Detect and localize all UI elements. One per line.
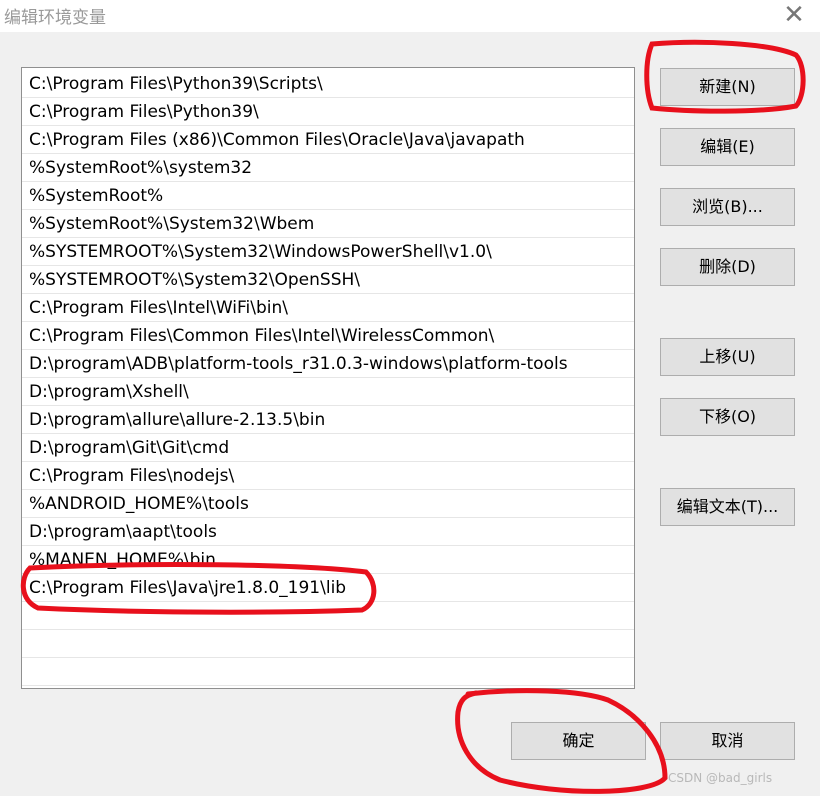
- list-item[interactable]: %SYSTEMROOT%\System32\WindowsPowerShell\…: [22, 238, 634, 266]
- cancel-button[interactable]: 取消: [660, 722, 795, 760]
- edit-text-button[interactable]: 编辑文本(T)...: [660, 488, 795, 526]
- list-item[interactable]: D:\program\Git\Git\cmd: [22, 434, 634, 462]
- list-item[interactable]: C:\Program Files (x86)\Common Files\Orac…: [22, 126, 634, 154]
- empty-list-row[interactable]: [22, 630, 634, 658]
- list-item[interactable]: C:\Program Files\nodejs\: [22, 462, 634, 490]
- list-item[interactable]: C:\Program Files\Intel\WiFi\bin\: [22, 294, 634, 322]
- list-item[interactable]: C:\Program Files\Python39\Scripts\: [22, 70, 634, 98]
- empty-list-row[interactable]: [22, 602, 634, 630]
- list-item[interactable]: %SystemRoot%\System32\Wbem: [22, 210, 634, 238]
- list-item[interactable]: D:\program\aapt\tools: [22, 518, 634, 546]
- edit-button[interactable]: 编辑(E): [660, 128, 795, 166]
- watermark: CSDN @bad_girls: [668, 771, 773, 785]
- list-item[interactable]: C:\Program Files\Java\jre1.8.0_191\lib: [22, 574, 634, 602]
- list-item[interactable]: %MANEN_HOME%\bin: [22, 546, 634, 574]
- list-item[interactable]: C:\Program Files\Python39\: [22, 98, 634, 126]
- delete-button[interactable]: 删除(D): [660, 248, 795, 286]
- list-item[interactable]: %SYSTEMROOT%\System32\OpenSSH\: [22, 266, 634, 294]
- list-item[interactable]: C:\Program Files\Common Files\Intel\Wire…: [22, 322, 634, 350]
- move-down-button[interactable]: 下移(O): [660, 398, 795, 436]
- list-item[interactable]: D:\program\allure\allure-2.13.5\bin: [22, 406, 634, 434]
- list-item[interactable]: %ANDROID_HOME%\tools: [22, 490, 634, 518]
- ok-button[interactable]: 确定: [511, 722, 646, 760]
- close-icon[interactable]: ✕: [772, 0, 816, 32]
- list-item[interactable]: %SystemRoot%: [22, 182, 634, 210]
- dialog-title: 编辑环境变量: [4, 8, 106, 28]
- title-bar: 编辑环境变量 ✕: [0, 0, 820, 32]
- list-item[interactable]: %SystemRoot%\system32: [22, 154, 634, 182]
- list-item[interactable]: D:\program\Xshell\: [22, 378, 634, 406]
- browse-button[interactable]: 浏览(B)...: [660, 188, 795, 226]
- move-up-button[interactable]: 上移(U): [660, 338, 795, 376]
- path-list[interactable]: C:\Program Files\Python39\Scripts\ C:\Pr…: [21, 67, 635, 689]
- list-item[interactable]: D:\program\ADB\platform-tools_r31.0.3-wi…: [22, 350, 634, 378]
- empty-list-row[interactable]: [22, 658, 634, 686]
- new-button[interactable]: 新建(N): [660, 68, 795, 106]
